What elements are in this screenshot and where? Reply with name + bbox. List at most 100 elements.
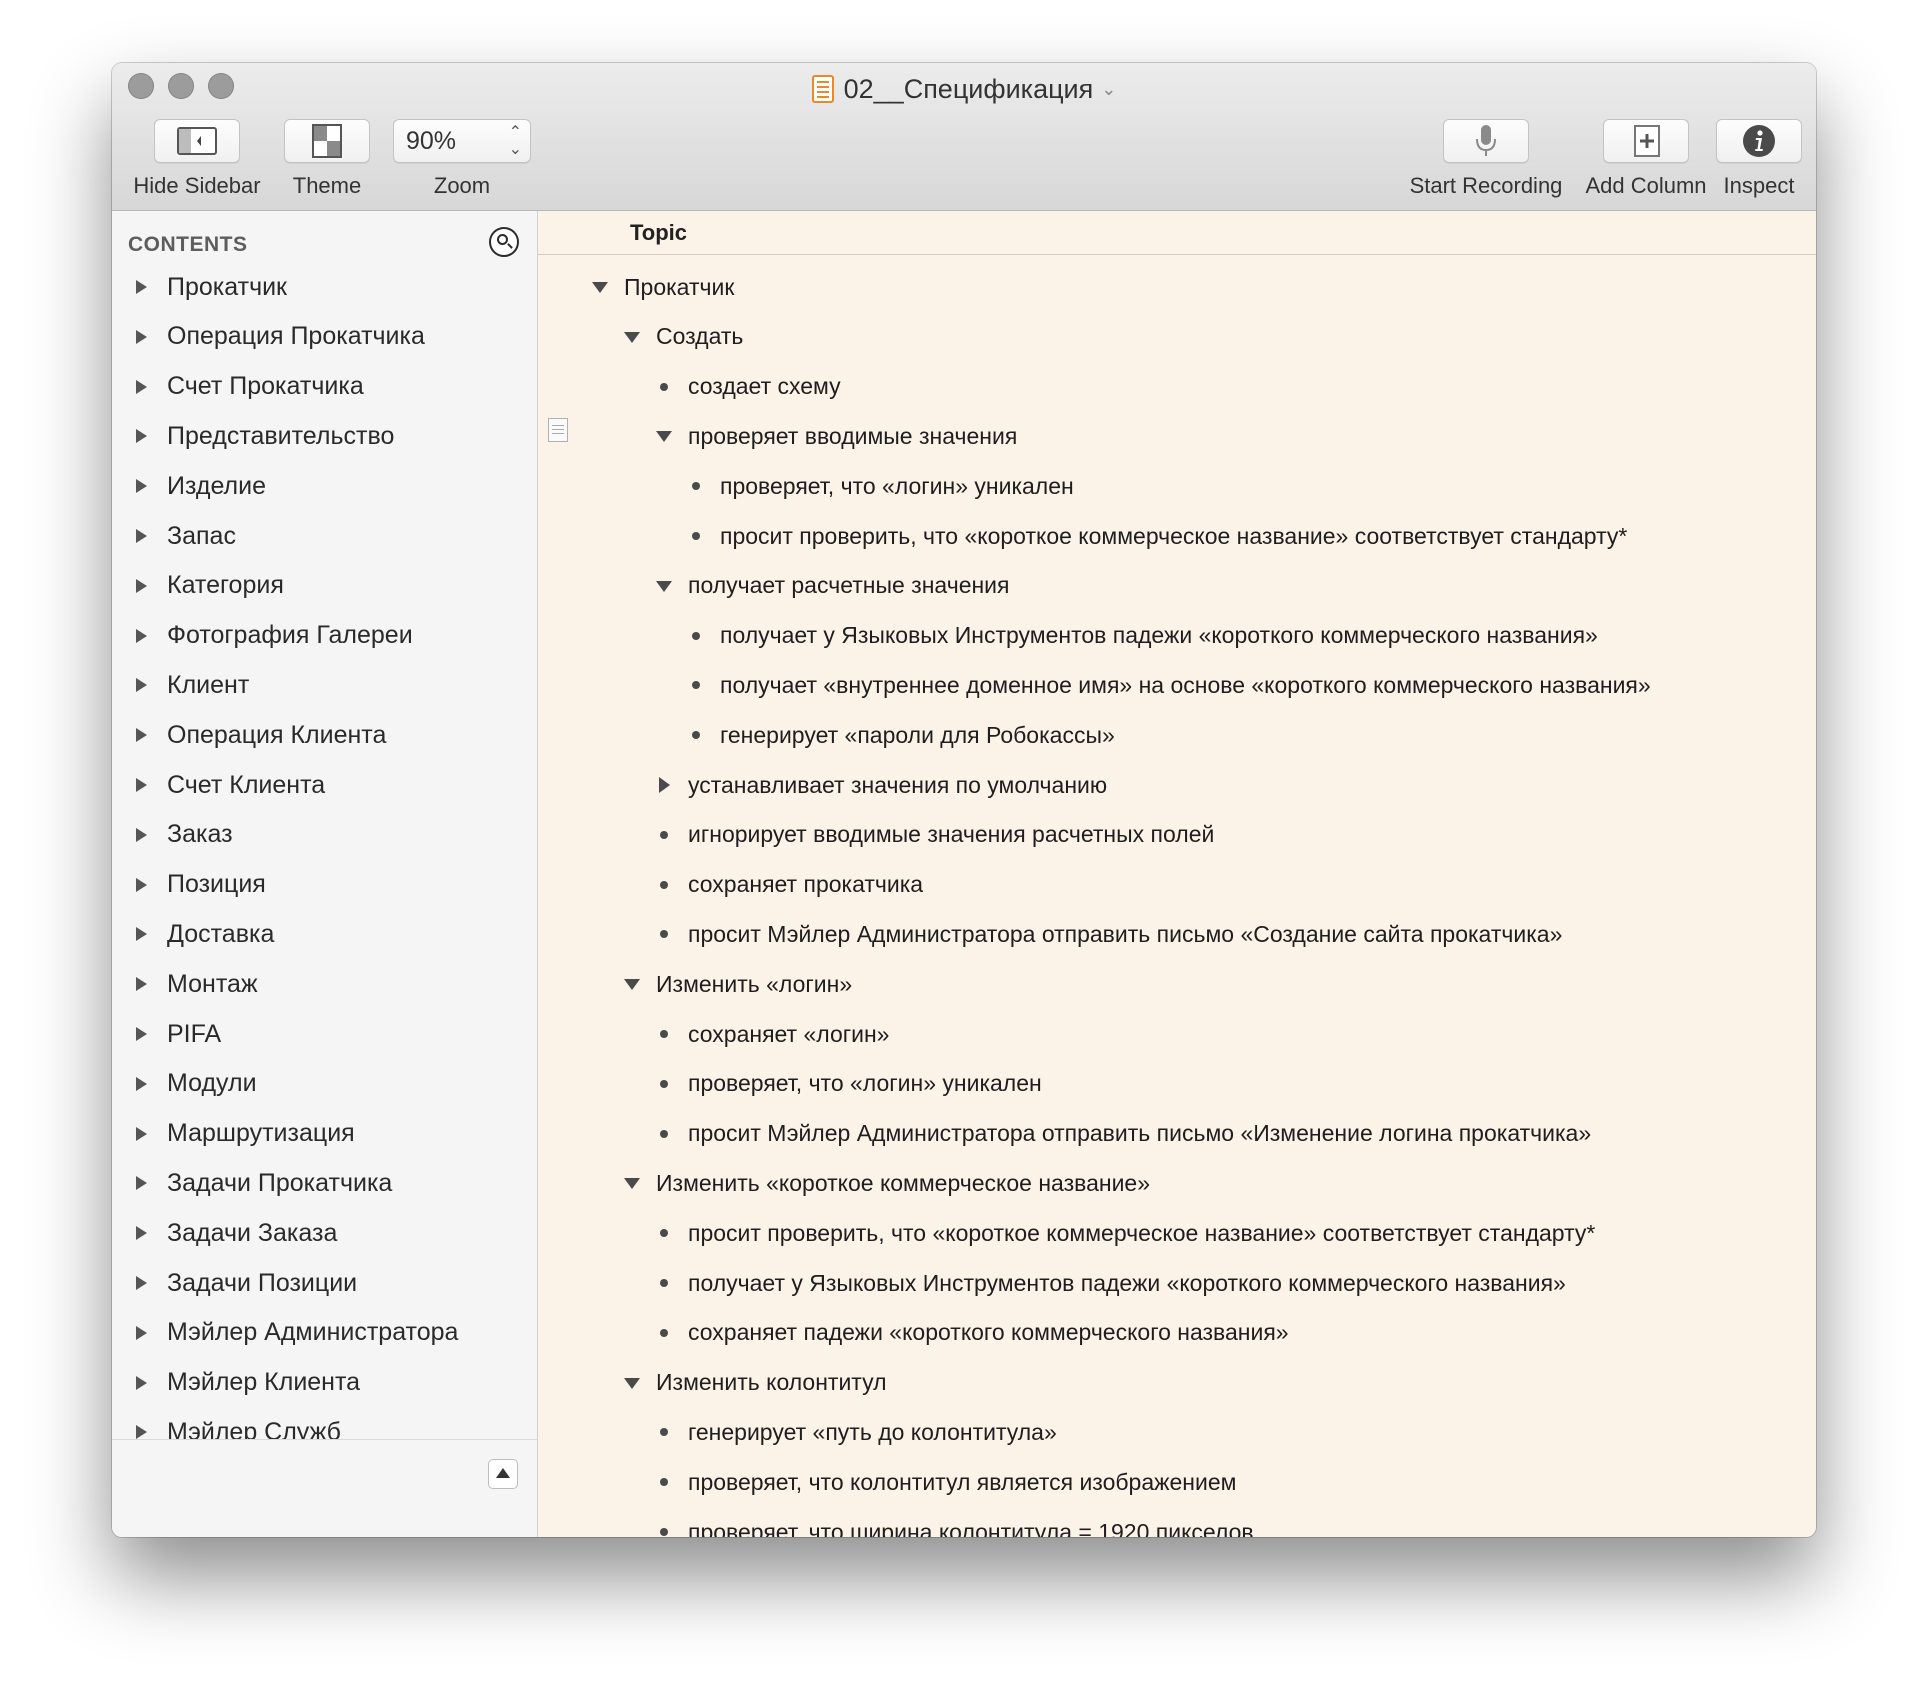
expanded-triangle-icon[interactable] — [656, 428, 672, 444]
outline-row[interactable]: проверяет, что ширина колонтитула = 1920… — [656, 1512, 1254, 1537]
disclosure-triangle-icon[interactable] — [136, 778, 147, 792]
outline-row[interactable]: просит проверить, что «короткое коммерче… — [656, 1213, 1595, 1253]
outline-row[interactable]: проверяет, что «логин» уникален — [688, 466, 1074, 506]
sidebar-item[interactable]: Фотография Галереи — [136, 616, 413, 656]
outline-row[interactable]: игнорирует вводимые значения расчетных п… — [656, 815, 1214, 855]
outline-row[interactable]: проверяет вводимые значения — [656, 416, 1017, 456]
outline-row-text[interactable]: Изменить колонтитул — [656, 1369, 887, 1396]
outline-row-text[interactable]: игнорирует вводимые значения расчетных п… — [688, 821, 1214, 848]
theme-button[interactable] — [284, 119, 370, 163]
outline-row-text[interactable]: просит Мэйлер Администратора отправить п… — [688, 1120, 1591, 1147]
outline-row-text[interactable]: получает расчетные значения — [688, 572, 1009, 599]
window-title[interactable]: 02__Спецификация ⌄ — [112, 73, 1816, 105]
expanded-triangle-icon[interactable] — [592, 279, 608, 295]
outline-row[interactable]: сохраняет прокатчика — [656, 865, 923, 905]
outline-row[interactable]: Прокатчик — [592, 267, 734, 307]
disclosure-triangle-icon[interactable] — [136, 827, 147, 842]
outline-row-text[interactable]: просит проверить, что «короткое коммерче… — [688, 1220, 1595, 1247]
outline-row[interactable]: получает у Языковых Инструментов падежи … — [656, 1263, 1566, 1303]
outline-row-text[interactable]: проверяет, что «логин» уникален — [688, 1070, 1042, 1097]
sidebar-item[interactable]: Заказ — [136, 815, 233, 855]
expanded-triangle-icon[interactable] — [624, 1175, 640, 1191]
sidebar-item[interactable]: Мэйлер Администратора — [136, 1313, 458, 1353]
outline-row-text[interactable]: устанавливает значения по умолчанию — [688, 772, 1107, 799]
sidebar-item[interactable]: Позиция — [136, 865, 266, 905]
outline-row[interactable]: Изменить «короткое коммерческое название… — [624, 1163, 1150, 1203]
disclosure-triangle-icon[interactable] — [136, 280, 147, 294]
outline-row[interactable]: проверяет, что колонтитул является изобр… — [656, 1462, 1236, 1502]
disclosure-triangle-icon[interactable] — [136, 1027, 147, 1041]
outline-row[interactable]: Изменить колонтитул — [624, 1363, 887, 1403]
sidebar-item[interactable]: Счет Прокатчика — [136, 367, 364, 407]
disclosure-triangle-icon[interactable] — [136, 1226, 147, 1241]
disclosure-triangle-icon[interactable] — [136, 1276, 147, 1290]
sidebar-item[interactable]: Счет Клиента — [136, 765, 325, 805]
disclosure-triangle-icon[interactable] — [136, 728, 147, 743]
collapsed-triangle-icon[interactable] — [656, 777, 672, 793]
outline-row-text[interactable]: генерирует «пароли для Робокассы» — [720, 722, 1115, 749]
add-column-tool[interactable]: Add Column — [1578, 119, 1714, 199]
sidebar-item[interactable]: Клиент — [136, 665, 249, 705]
disclosure-triangle-icon[interactable] — [136, 379, 147, 394]
disclosure-triangle-icon[interactable] — [136, 877, 147, 892]
outline-row[interactable]: получает у Языковых Инструментов падежи … — [688, 616, 1598, 656]
sidebar-item[interactable]: PIFA — [136, 1014, 221, 1054]
outline-row-text[interactable]: Прокатчик — [624, 274, 734, 301]
theme-tool[interactable]: Theme — [282, 119, 372, 199]
outline-row-text[interactable]: получает у Языковых Инструментов падежи … — [720, 622, 1598, 649]
outline-row-text[interactable]: получает у Языковых Инструментов падежи … — [688, 1270, 1566, 1297]
outline-row[interactable]: сохраняет «логин» — [656, 1014, 889, 1054]
disclosure-triangle-icon[interactable] — [136, 578, 147, 593]
sidebar-item[interactable]: Операция Клиента — [136, 715, 386, 755]
scroll-to-top-icon[interactable] — [488, 1459, 518, 1489]
inspect-button[interactable] — [1716, 119, 1802, 163]
outline-row[interactable]: получает «внутреннее доменное имя» на ос… — [688, 665, 1651, 705]
outline-row[interactable]: устанавливает значения по умолчанию — [656, 765, 1107, 805]
outline-row[interactable]: генерирует «путь до колонтитула» — [656, 1412, 1057, 1452]
chevron-down-icon[interactable]: ⌄ — [1101, 79, 1116, 99]
outline-row[interactable]: просит проверить, что «короткое коммерче… — [688, 516, 1627, 556]
stepper-icon[interactable]: ⌃ ⌄ — [509, 124, 522, 158]
add-column-button[interactable] — [1603, 119, 1689, 163]
hide-sidebar-button[interactable] — [154, 119, 240, 163]
sidebar-item[interactable]: Представительство — [136, 416, 394, 456]
outline-row-text[interactable]: сохраняет падежи «короткого коммерческог… — [688, 1319, 1289, 1346]
disclosure-triangle-icon[interactable] — [136, 628, 147, 643]
disclosure-triangle-icon[interactable] — [136, 1126, 147, 1141]
disclosure-triangle-icon[interactable] — [136, 479, 147, 494]
sidebar-item[interactable]: Задачи Позиции — [136, 1263, 357, 1303]
outline-row[interactable]: сохраняет падежи «короткого коммерческог… — [656, 1313, 1289, 1353]
outline-row-text[interactable]: создает схему — [688, 373, 841, 400]
column-header[interactable]: Topic — [538, 211, 1816, 255]
sidebar-item[interactable]: Задачи Заказа — [136, 1213, 337, 1253]
disclosure-triangle-icon[interactable] — [136, 1425, 147, 1440]
sidebar-item[interactable]: Запас — [136, 516, 236, 556]
disclosure-triangle-icon[interactable] — [136, 329, 147, 344]
disclosure-triangle-icon[interactable] — [136, 977, 147, 992]
outline-row-text[interactable]: просит Мэйлер Администратора отправить п… — [688, 921, 1562, 948]
zoom-select[interactable]: 90% ⌃ ⌄ — [393, 119, 531, 163]
disclosure-triangle-icon[interactable] — [136, 429, 147, 444]
outline-row-text[interactable]: сохраняет «логин» — [688, 1021, 889, 1048]
search-icon[interactable] — [489, 227, 519, 257]
outline-row-text[interactable]: получает «внутреннее доменное имя» на ос… — [720, 672, 1651, 699]
outline-row-text[interactable]: Изменить «логин» — [656, 971, 852, 998]
outline-row-text[interactable]: проверяет, что ширина колонтитула = 1920… — [688, 1519, 1254, 1538]
start-recording-tool[interactable]: Start Recording — [1404, 119, 1568, 199]
outline-row[interactable]: Изменить «логин» — [624, 964, 852, 1004]
outline-row-text[interactable]: просит проверить, что «короткое коммерче… — [720, 523, 1627, 550]
expanded-triangle-icon[interactable] — [624, 1375, 640, 1391]
sidebar-item[interactable]: Маршрутизация — [136, 1114, 355, 1154]
outline-row-text[interactable]: Изменить «короткое коммерческое название… — [656, 1170, 1150, 1197]
disclosure-triangle-icon[interactable] — [136, 1176, 147, 1191]
outline-row[interactable]: просит Мэйлер Администратора отправить п… — [656, 914, 1562, 954]
inspect-tool[interactable]: Inspect — [1714, 119, 1804, 199]
disclosure-triangle-icon[interactable] — [136, 927, 147, 942]
sidebar-item[interactable]: Доставка — [136, 914, 274, 954]
expanded-triangle-icon[interactable] — [624, 976, 640, 992]
outline-row-text[interactable]: проверяет вводимые значения — [688, 423, 1017, 450]
outline-row[interactable]: проверяет, что «логин» уникален — [656, 1064, 1042, 1104]
expanded-triangle-icon[interactable] — [624, 329, 640, 345]
disclosure-triangle-icon[interactable] — [136, 678, 147, 693]
start-recording-button[interactable] — [1443, 119, 1529, 163]
